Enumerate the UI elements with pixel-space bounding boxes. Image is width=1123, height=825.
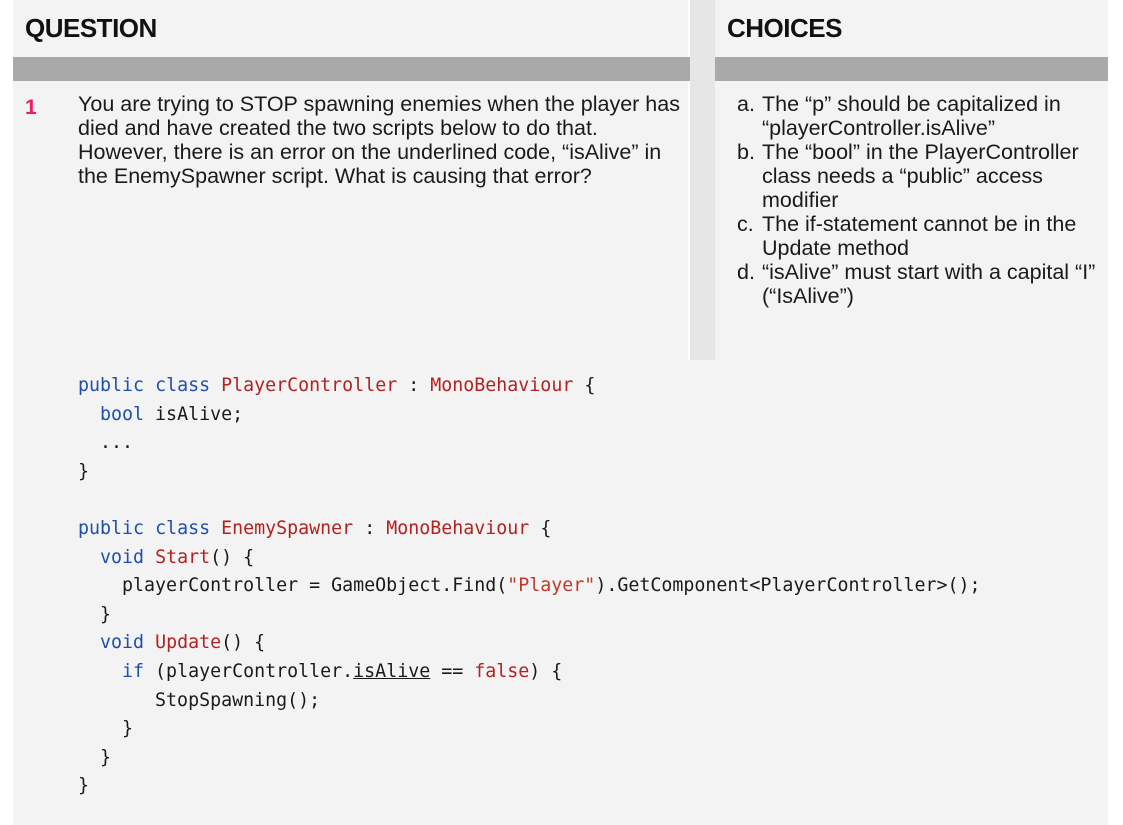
- choice-b[interactable]: b. The “bool” in the PlayerController cl…: [737, 140, 1107, 212]
- choice-d[interactable]: d. “isAlive” must start with a capital “…: [737, 260, 1107, 308]
- choice-letter: b.: [737, 140, 755, 164]
- code-line: }: [78, 775, 90, 797]
- code-line: }: [78, 460, 90, 482]
- choice-text: “isAlive” must start with a capital “I” …: [762, 260, 1096, 308]
- choice-letter: c.: [737, 212, 754, 236]
- code-line: void Update() {: [100, 632, 266, 654]
- choice-c[interactable]: c. The if-statement cannot be in the Upd…: [737, 212, 1107, 260]
- column-divider: [690, 0, 715, 360]
- code-line: StopSpawning();: [155, 689, 321, 711]
- choices-list: a. The “p” should be capitalized in “pla…: [737, 92, 1107, 308]
- underlined-code: isAlive: [353, 660, 431, 682]
- question-header: QUESTION: [25, 12, 157, 43]
- choice-letter: d.: [737, 260, 755, 284]
- code-line: if (playerController.isAlive == false) {: [122, 660, 563, 682]
- header-separator-bar: [13, 57, 1108, 81]
- code-line: }: [122, 718, 134, 740]
- code-line: }: [100, 603, 112, 625]
- code-listing: public class PlayerController : MonoBeha…: [78, 372, 981, 801]
- code-line: ...: [100, 432, 134, 454]
- question-number: 1: [25, 96, 37, 119]
- code-line: public class EnemySpawner : MonoBehaviou…: [78, 517, 552, 539]
- separator-gap: [690, 57, 715, 81]
- choice-text: The “bool” in the PlayerController class…: [762, 140, 1079, 212]
- code-line: bool isAlive;: [100, 403, 244, 425]
- choice-letter: a.: [737, 92, 755, 116]
- code-line: public class PlayerController : MonoBeha…: [78, 375, 596, 396]
- question-text: You are trying to STOP spawning enemies …: [78, 92, 680, 188]
- choice-text: The “p” should be capitalized in “player…: [762, 92, 1061, 140]
- code-line: }: [100, 746, 112, 768]
- choice-a[interactable]: a. The “p” should be capitalized in “pla…: [737, 92, 1107, 140]
- code-line: void Start() {: [100, 546, 255, 568]
- code-line: playerController = GameObject.Find("Play…: [122, 575, 981, 597]
- choice-text: The if-statement cannot be in the Update…: [762, 212, 1077, 260]
- choices-header: CHOICES: [727, 12, 842, 43]
